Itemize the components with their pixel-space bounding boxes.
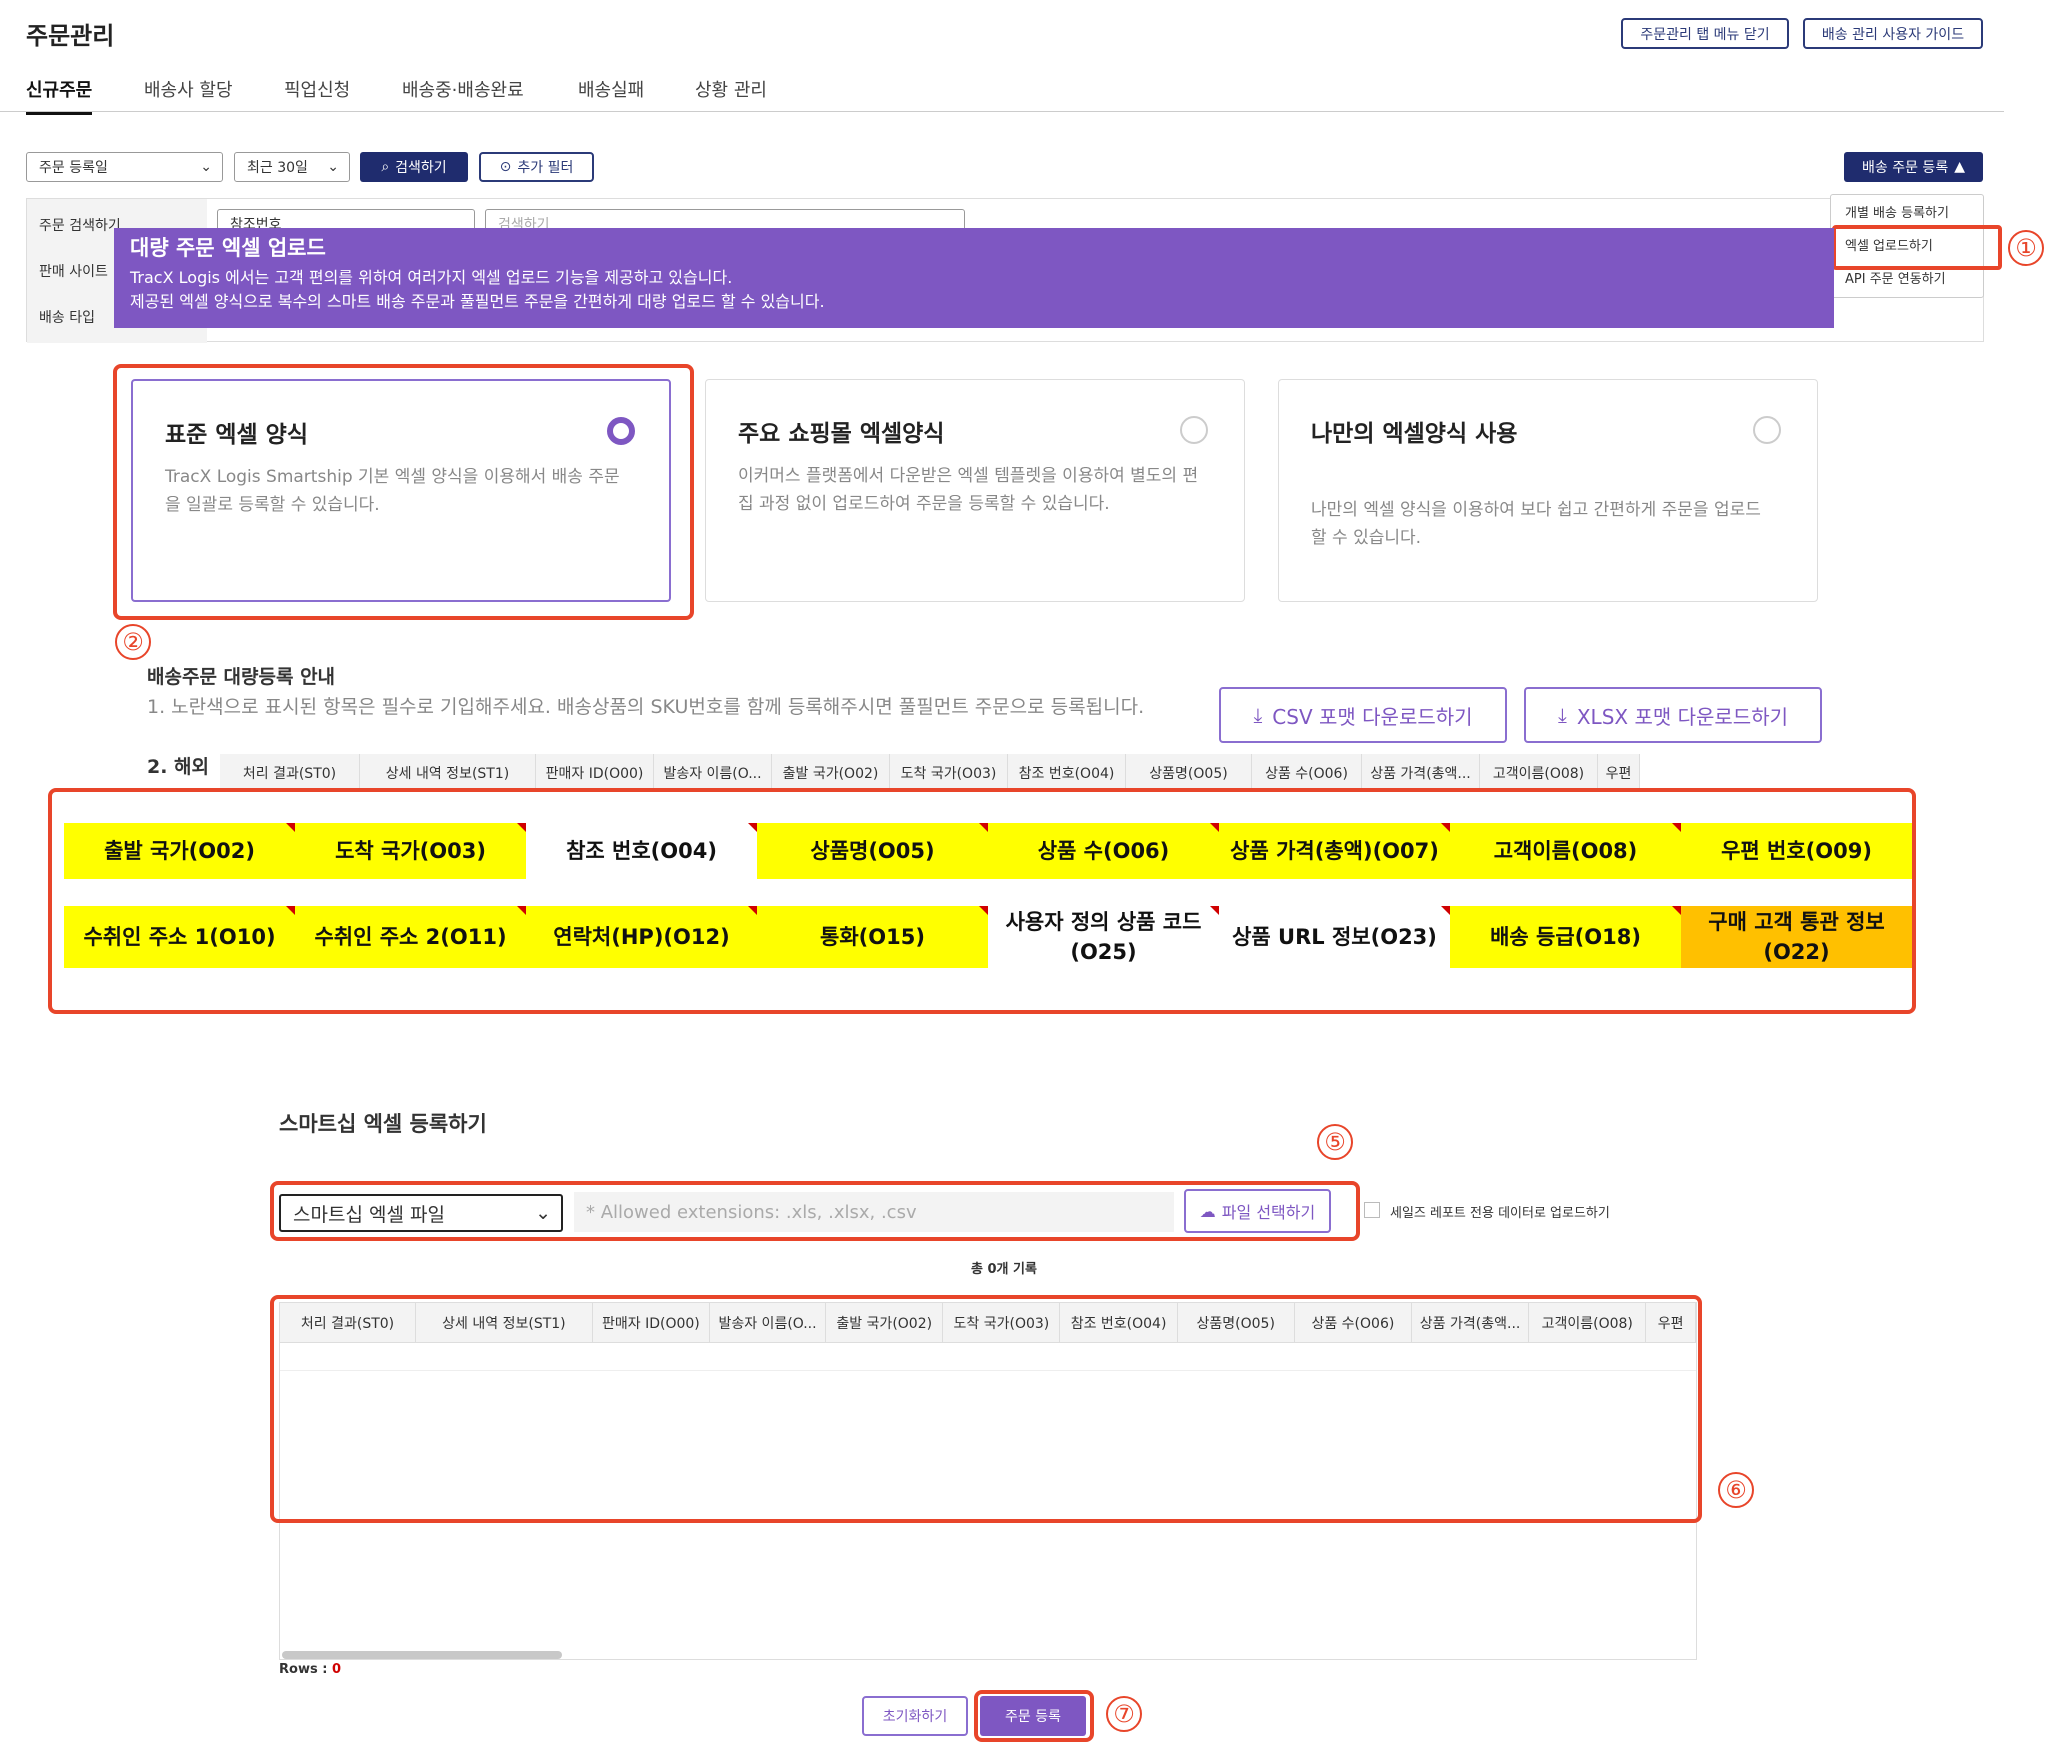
search-button[interactable]: ⌕ 검색하기 (360, 152, 468, 182)
rows-value: 0 (331, 1662, 341, 1677)
search-button-label: 검색하기 (395, 160, 447, 176)
tab-carrier-assign[interactable]: 배송사 할당 (144, 76, 233, 102)
sales-report-label: 세일즈 레포트 전용 데이터로 업로드하기 (1390, 1206, 1610, 1221)
register-order-button[interactable]: 배송 주문 등록 ▲ (1844, 152, 1983, 182)
template-header-cell: 상세 내역 정보(ST1) (360, 754, 536, 791)
template-header-cell: 처리 결과(ST0) (220, 754, 360, 791)
csv-download-button[interactable]: ⤓ CSV 포맷 다운로드하기 (1219, 687, 1507, 743)
tab-divider (0, 111, 2004, 112)
search-row-label: 주문 검색하기 (39, 218, 121, 234)
search-icon: ⌕ (381, 159, 390, 175)
rows-count: Rows : 0 (279, 1662, 341, 1677)
template-header-row: 처리 결과(ST0) 상세 내역 정보(ST1) 판매자 ID(O00) 발송자… (220, 754, 1640, 792)
template-header-cell: 발송자 이름(O... (654, 754, 772, 791)
user-guide-button[interactable]: 배송 관리 사용자 가이드 (1803, 18, 1983, 49)
template-header-cell: 고객이름(O08) (1480, 754, 1598, 791)
template-header-cell: 참조 번호(O04) (1008, 754, 1126, 791)
highlight-box-7 (974, 1690, 1094, 1742)
highlight-box-2 (113, 364, 694, 620)
banner-title: 대량 주문 엑셀 업로드 (130, 236, 326, 260)
download-icon: ⤓ (1558, 703, 1567, 727)
radio-unselected-icon[interactable] (1753, 416, 1781, 444)
highlight-box-6 (270, 1295, 1702, 1523)
register-order-label: 배송 주문 등록 (1862, 160, 1949, 176)
banner-line-1: TracX Logis 에서는 고객 편의를 위하여 여러가지 엑셀 업로드 기… (130, 268, 733, 287)
marker-2: ② (115, 624, 151, 660)
marker-6: ⑥ (1718, 1472, 1754, 1508)
horizontal-scrollbar[interactable] (282, 1651, 562, 1659)
reset-button[interactable]: 초기화하기 (862, 1696, 968, 1736)
guide-line-1: 1. 노란색으로 표시된 항목은 필수로 기입해주세요. 배송상품의 SKU번호… (147, 696, 1145, 718)
template-header-cell: 도착 국가(O03) (890, 754, 1008, 791)
template-header-cell: 상품 수(O06) (1252, 754, 1362, 791)
marker-5: ⑤ (1317, 1124, 1353, 1160)
chevron-down-icon: ⌄ (327, 159, 339, 175)
add-filter-label: 추가 필터 (517, 160, 574, 176)
card-description: 나만의 엑셀 양식을 이용하여 보다 쉽고 간편하게 주문을 업로드 할 수 있… (1311, 500, 1761, 548)
radio-unselected-icon[interactable] (1180, 416, 1208, 444)
card-custom-excel[interactable]: 나만의 엑셀양식 사용 나만의 엑셀 양식을 이용하여 보다 쉽고 간편하게 주… (1278, 379, 1818, 602)
marker-1: ① (2008, 230, 2044, 266)
type-row-label: 배송 타입 (39, 310, 95, 326)
guide-line-2: 2. 해외 (147, 756, 210, 778)
card-description: 이커머스 플랫폼에서 다운받은 엑셀 템플렛을 이용하여 별도의 편집 과정 없… (738, 466, 1199, 514)
bulk-upload-banner: 대량 주문 엑셀 업로드 TracX Logis 에서는 고객 편의를 위하여 … (114, 228, 1834, 328)
highlight-box-3 (48, 788, 1916, 1014)
caret-up-icon: ▲ (1954, 159, 1965, 175)
add-filter-button[interactable]: ⊙ 추가 필터 (479, 152, 594, 182)
highlight-box-5 (270, 1181, 1360, 1241)
xlsx-download-label: XLSX 포맷 다운로드하기 (1576, 704, 1788, 729)
tab-delivery-failed[interactable]: 배송실패 (578, 76, 644, 102)
template-header-cell: 우편 (1598, 754, 1640, 791)
chevron-down-icon: ⌄ (200, 159, 212, 175)
sales-report-checkbox[interactable] (1364, 1202, 1380, 1218)
page-title: 주문관리 (26, 22, 115, 50)
date-type-select[interactable]: 주문 등록일 ⌄ (26, 152, 223, 182)
period-select[interactable]: 최근 30일 ⌄ (234, 152, 350, 182)
tab-in-delivery[interactable]: 배송중·배송완료 (402, 76, 524, 102)
template-header-cell: 출발 국가(O02) (772, 754, 890, 791)
tab-pickup[interactable]: 픽업신청 (284, 76, 350, 102)
close-tab-menu-button[interactable]: 주문관리 탭 메뉴 닫기 (1621, 18, 1789, 49)
banner-line-2: 제공된 엑셀 양식으로 복수의 스마트 배송 주문과 풀필먼트 주문을 간편하게… (130, 292, 825, 311)
card-shopping-mall-excel[interactable]: 주요 쇼핑몰 엑셀양식 이커머스 플랫폼에서 다운받은 엑셀 템플렛을 이용하여… (705, 379, 1245, 602)
menu-item-single-register[interactable]: 개별 배송 등록하기 (1831, 195, 1983, 228)
highlight-box-1 (1832, 225, 2002, 270)
total-records: 총 0개 기록 (971, 1262, 1037, 1277)
check-circle-icon: ⊙ (499, 159, 512, 175)
template-header-cell: 상품명(O05) (1126, 754, 1252, 791)
period-value: 최근 30일 (247, 160, 308, 176)
date-type-value: 주문 등록일 (39, 160, 108, 176)
card-title: 나만의 엑셀양식 사용 (1311, 421, 1518, 447)
guide-heading: 배송주문 대량등록 안내 (147, 666, 336, 688)
upload-heading: 스마트십 엑셀 등록하기 (279, 1112, 487, 1136)
rows-label: Rows : (279, 1662, 332, 1677)
site-row-label: 판매 사이트 (39, 264, 108, 280)
csv-download-label: CSV 포맷 다운로드하기 (1272, 704, 1473, 729)
template-header-cell: 판매자 ID(O00) (536, 754, 654, 791)
card-title: 주요 쇼핑몰 엑셀양식 (738, 421, 945, 447)
download-icon: ⤓ (1253, 703, 1263, 727)
tab-status-manage[interactable]: 상황 관리 (695, 76, 767, 102)
template-header-cell: 상품 가격(총액... (1362, 754, 1480, 791)
tab-new-order[interactable]: 신규주문 (26, 76, 93, 115)
xlsx-download-button[interactable]: ⤓ XLSX 포맷 다운로드하기 (1524, 687, 1822, 743)
marker-7: ⑦ (1106, 1696, 1142, 1732)
